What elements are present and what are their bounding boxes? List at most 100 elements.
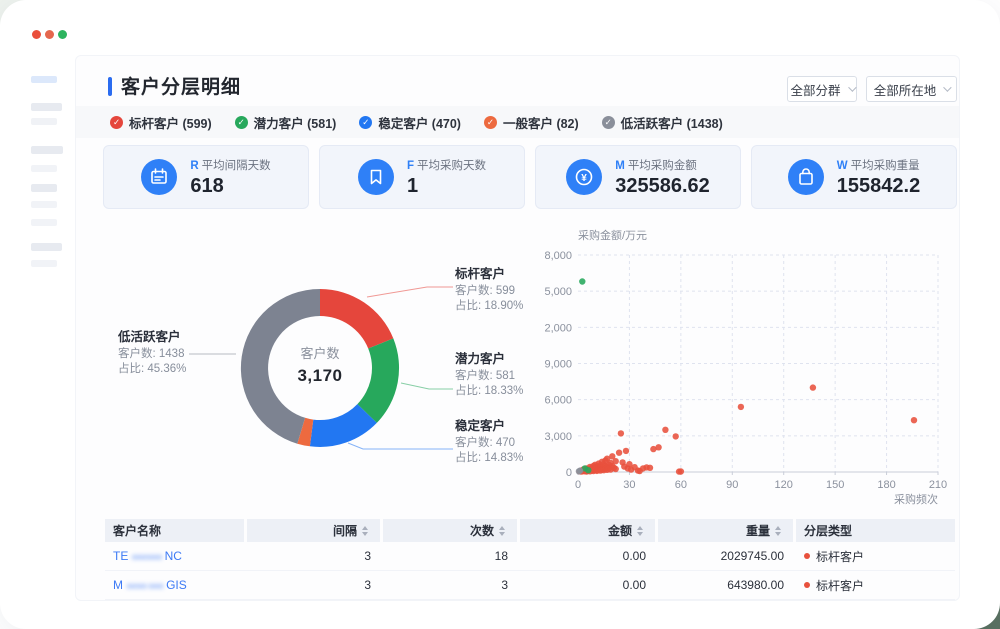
scatter-point xyxy=(623,448,629,454)
scatter-point xyxy=(673,433,679,439)
y-axis-title: 采购金额/万元 xyxy=(578,228,647,242)
bag-icon xyxy=(788,159,824,195)
stat-label: R平均间隔天数 xyxy=(190,157,270,173)
stat-value: 1 xyxy=(407,175,486,198)
y-tick-label: 18,000 xyxy=(545,250,572,262)
scatter-point xyxy=(579,278,585,284)
purchase-scatter-chart: 03,0006,0009,00012,00015,00018,000030609… xyxy=(545,225,960,515)
stat-card-monetary: ¥ M平均采购金额 325586.62 xyxy=(535,145,741,209)
cell-amount: 0.00 xyxy=(520,571,658,599)
cell-times: 18 xyxy=(383,542,520,570)
sort-icon[interactable] xyxy=(499,526,505,536)
x-tick-label: 120 xyxy=(775,479,793,491)
donut-segment xyxy=(320,289,393,349)
donut-label-wending: 稳定客户 客户数: 470 占比: 14.83% xyxy=(455,419,523,466)
column-header-4[interactable]: 重量 xyxy=(658,519,793,542)
cell-amount: 0.00 xyxy=(520,542,658,570)
group-filter-label: 全部分群 xyxy=(790,80,840,99)
sidebar-skeleton-bar xyxy=(31,103,62,111)
chevron-down-icon xyxy=(943,83,951,91)
type-dot-icon xyxy=(804,553,810,559)
customer-name-link[interactable]: M●●●● ●●●GIS xyxy=(113,578,187,592)
location-filter-dropdown[interactable]: 全部所在地 xyxy=(866,76,957,102)
stat-label: W平均采购重量 xyxy=(837,157,920,173)
sort-icon[interactable] xyxy=(775,526,781,536)
legend-label: 低活跃客户 (1438) xyxy=(621,113,723,132)
y-tick-label: 0 xyxy=(566,467,572,479)
stat-label: F平均采购天数 xyxy=(407,157,486,173)
sidebar-skeleton-bar xyxy=(31,260,57,267)
stat-label: M平均采购金额 xyxy=(615,157,710,173)
stat-value: 155842.2 xyxy=(837,175,920,198)
scatter-point xyxy=(678,468,684,474)
column-header-2[interactable]: 次数 xyxy=(383,519,517,542)
stat-value: 325586.62 xyxy=(615,175,710,198)
scatter-point xyxy=(810,384,816,390)
column-header-1[interactable]: 间隔 xyxy=(247,519,380,542)
sidebar-skeleton-bar xyxy=(31,201,57,208)
table-row[interactable]: TE●●●●●●NC3180.002029745.00标杆客户 xyxy=(105,542,955,571)
legend-label: 潜力客户 (581) xyxy=(254,113,337,132)
segment-legend: ✓ 标杆客户 (599) ✓ 潜力客户 (581) ✓ 稳定客户 (470) ✓ 一般客户 (… xyxy=(76,106,959,138)
y-tick-label: 12,000 xyxy=(545,322,572,334)
sidebar-skeleton-bar xyxy=(31,219,57,226)
title-accent-bar xyxy=(108,77,112,96)
legend-label: 一般客户 (82) xyxy=(503,113,579,132)
check-circle-icon: ✓ xyxy=(484,116,497,129)
scatter-point xyxy=(662,427,668,433)
sidebar-skeleton-bar xyxy=(31,243,62,251)
sidebar-skeleton-bar xyxy=(31,165,57,172)
type-dot-icon xyxy=(804,582,810,588)
bookmark-icon xyxy=(358,159,394,195)
svg-text:¥: ¥ xyxy=(581,173,587,184)
cell-type: 标杆客户 xyxy=(796,571,955,599)
sort-icon[interactable] xyxy=(637,526,643,536)
masked-text: ●●●●●● xyxy=(131,552,161,563)
cell-times: 3 xyxy=(383,571,520,599)
app-screenshot: 客户分层明细 全部分群 全部所在地 ✓ 标杆客户 (599) ✓ 潜力客户 (581)… xyxy=(0,0,1000,629)
group-filter-dropdown[interactable]: 全部分群 xyxy=(787,76,857,102)
x-tick-label: 150 xyxy=(826,479,844,491)
stat-card-frequency: F平均采购天数 1 xyxy=(319,145,525,209)
stat-card-weight: W平均采购重量 155842.2 xyxy=(751,145,957,209)
column-header-0: 客户名称 xyxy=(105,519,244,542)
scatter-point xyxy=(911,417,917,423)
cell-weight: 643980.00 xyxy=(658,571,796,599)
check-circle-icon: ✓ xyxy=(110,116,123,129)
donut-center-label: 客户数 3,170 xyxy=(258,343,382,386)
legend-item-3[interactable]: ✓ 一般客户 (82) xyxy=(484,113,579,132)
check-circle-icon: ✓ xyxy=(235,116,248,129)
leader-line xyxy=(367,287,453,297)
stat-card-recency: R平均间隔天数 618 xyxy=(103,145,309,209)
table-row[interactable]: M●●●● ●●●GIS330.00643980.00标杆客户 xyxy=(105,571,955,600)
y-tick-label: 9,000 xyxy=(545,359,572,371)
legend-label: 标杆客户 (599) xyxy=(129,113,212,132)
x-tick-label: 0 xyxy=(575,479,581,491)
chevron-down-icon xyxy=(848,83,856,91)
window-minimize-button[interactable] xyxy=(45,30,54,39)
donut-label-dihuoyue: 低活跃客户 客户数: 1438 占比: 45.36% xyxy=(118,330,186,377)
legend-item-4[interactable]: ✓低活跃客户 (1438) xyxy=(602,113,723,132)
donut-label-biaogan: 标杆客户 客户数: 599 占比: 18.90% xyxy=(455,267,523,314)
window-zoom-button[interactable] xyxy=(58,30,67,39)
leader-line xyxy=(348,443,453,449)
stat-value: 618 xyxy=(190,175,270,198)
legend-label: 稳定客户 (470) xyxy=(378,113,461,132)
sort-icon[interactable] xyxy=(362,526,368,536)
location-filter-label: 全部所在地 xyxy=(874,80,937,99)
legend-item-0[interactable]: ✓ 标杆客户 (599) xyxy=(110,113,212,132)
legend-item-2[interactable]: ✓ 稳定客户 (470) xyxy=(359,113,461,132)
sidebar-skeleton-bar xyxy=(31,146,63,154)
window-close-button[interactable] xyxy=(32,30,41,39)
scatter-point xyxy=(655,444,661,450)
check-circle-icon: ✓ xyxy=(359,116,372,129)
x-tick-label: 210 xyxy=(929,479,947,491)
legend-item-1[interactable]: ✓ 潜力客户 (581) xyxy=(235,113,337,132)
customer-name-link[interactable]: TE●●●●●●NC xyxy=(113,549,182,563)
x-tick-label: 180 xyxy=(877,479,895,491)
scatter-point xyxy=(613,458,619,464)
column-header-3[interactable]: 金额 xyxy=(520,519,655,542)
leader-line xyxy=(401,383,453,389)
page-title: 客户分层明细 xyxy=(121,72,241,99)
scatter-point xyxy=(738,404,744,410)
